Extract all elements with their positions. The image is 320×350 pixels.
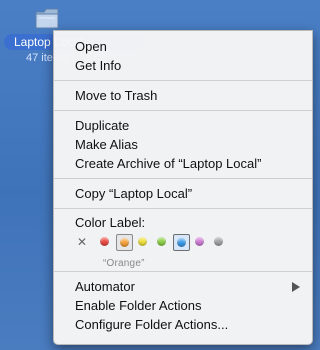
color-label-heading: Color Label:	[75, 215, 146, 230]
color-label-none-button[interactable]: ✕	[75, 234, 92, 251]
menu-item-get-info[interactable]: Get Info	[54, 56, 312, 75]
menu-separator	[54, 80, 312, 81]
color-caption-spacer	[54, 254, 312, 266]
yellow-swatch-icon	[138, 237, 147, 246]
color-label-purple-button[interactable]	[192, 234, 209, 251]
orange-swatch-icon	[120, 238, 129, 247]
menu-separator	[54, 271, 312, 272]
selected-color-name: “Orange”	[103, 258, 145, 269]
folder-icon[interactable]	[34, 6, 60, 30]
color-label-green-button[interactable]	[154, 234, 171, 251]
color-label-gray-button[interactable]	[211, 234, 228, 251]
menu-item-copy[interactable]: Copy “Laptop Local”	[54, 184, 312, 203]
menu-item-move-to-trash[interactable]: Move to Trash	[54, 86, 312, 105]
color-label-orange-button[interactable]	[116, 234, 133, 251]
menu-item-duplicate[interactable]: Duplicate	[54, 116, 312, 135]
menu-item-enable-folder-actions[interactable]: Enable Folder Actions	[54, 296, 312, 315]
context-menu: Open Get Info Move to Trash Duplicate Ma…	[53, 30, 313, 345]
menu-item-open[interactable]: Open	[54, 37, 312, 56]
submenu-arrow-icon	[292, 282, 300, 292]
menu-separator	[54, 208, 312, 209]
menu-separator	[54, 110, 312, 111]
green-swatch-icon	[157, 237, 166, 246]
purple-swatch-icon	[195, 237, 204, 246]
color-label-yellow-button[interactable]	[135, 234, 152, 251]
gray-swatch-icon	[214, 237, 223, 246]
color-label-red-button[interactable]	[97, 234, 114, 251]
color-label-swatches: ✕	[75, 232, 312, 254]
color-label-blue-button[interactable]	[173, 234, 190, 251]
menu-item-create-archive[interactable]: Create Archive of “Laptop Local”	[54, 154, 312, 173]
blue-swatch-icon	[177, 238, 186, 247]
remove-label-icon: ✕	[77, 235, 88, 249]
menu-item-configure-folder-actions[interactable]: Configure Folder Actions...	[54, 315, 312, 334]
menu-separator	[54, 178, 312, 179]
automator-label: Automator	[75, 279, 135, 294]
menu-item-make-alias[interactable]: Make Alias	[54, 135, 312, 154]
red-swatch-icon	[100, 237, 109, 246]
menu-item-automator[interactable]: Automator	[54, 277, 312, 296]
